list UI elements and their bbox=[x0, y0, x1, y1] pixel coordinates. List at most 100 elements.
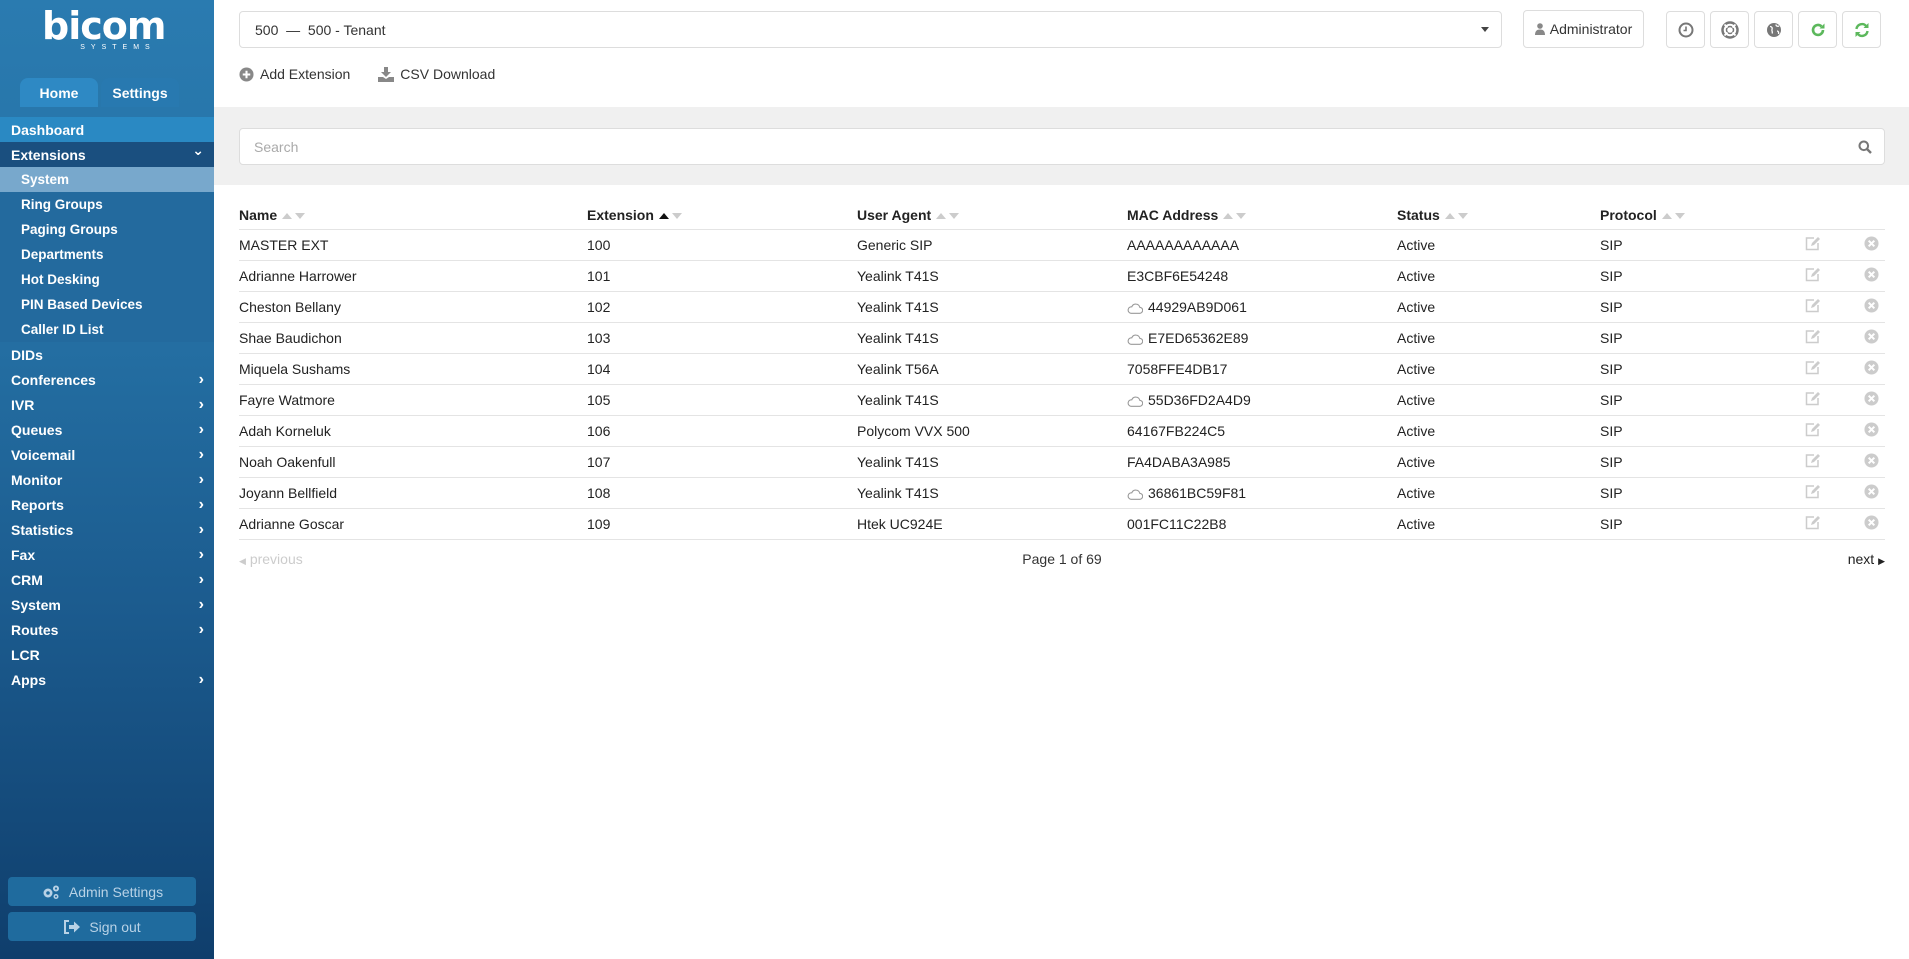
delete-button[interactable] bbox=[1864, 421, 1879, 437]
tab-home[interactable]: Home bbox=[20, 78, 98, 107]
search-band bbox=[214, 107, 1909, 185]
sidebar-item-apps[interactable]: Apps › bbox=[0, 667, 214, 692]
chevron-right-icon: › bbox=[198, 595, 204, 613]
table-row[interactable]: Cheston Bellany 102 Yealink T41S 44929AB9D0… bbox=[239, 291, 1885, 323]
sidebar-item-voicemail[interactable]: Voicemail › bbox=[0, 442, 214, 467]
language-button[interactable] bbox=[1754, 11, 1793, 48]
sidebar-item-dashboard[interactable]: Dashboard bbox=[0, 117, 214, 142]
sort-icon[interactable] bbox=[1223, 213, 1247, 220]
sidebar-item-label: Conferences bbox=[11, 371, 96, 388]
bicom-logo[interactable]: bicom SYSTEMS bbox=[42, 7, 166, 52]
delete-button[interactable] bbox=[1864, 297, 1879, 313]
table-row[interactable]: Joyann Bellfield 108 Yealink T41S 36861BC59… bbox=[239, 477, 1885, 509]
table-row[interactable]: Noah Oakenfull 107 Yealink T41S FA4DABA3A98… bbox=[239, 446, 1885, 478]
sidebar-subitem-caller-id-list[interactable]: Caller ID List bbox=[0, 317, 214, 342]
next-page-link[interactable]: next ▶ bbox=[1848, 551, 1885, 567]
sidebar-item-system[interactable]: System › bbox=[0, 592, 214, 617]
admin-settings-button[interactable]: Admin Settings bbox=[8, 877, 196, 906]
edit-button[interactable] bbox=[1805, 453, 1821, 468]
sidebar-item-statistics[interactable]: Statistics › bbox=[0, 517, 214, 542]
sidebar-item-extensions[interactable]: Extensions ⌄ bbox=[0, 142, 214, 167]
sidebar-item-reports[interactable]: Reports › bbox=[0, 492, 214, 517]
cell-status: Active bbox=[1397, 446, 1600, 478]
sidebar-item-routes[interactable]: Routes › bbox=[0, 617, 214, 642]
history-button[interactable] bbox=[1666, 11, 1705, 48]
table-row[interactable]: Miquela Sushams 104 Yealink T56A 7058FFE4DB… bbox=[239, 353, 1885, 385]
column-header-mac-address[interactable]: MAC Address bbox=[1127, 201, 1397, 230]
edit-button[interactable] bbox=[1805, 298, 1821, 313]
help-button[interactable] bbox=[1710, 11, 1749, 48]
sidebar-item-monitor[interactable]: Monitor › bbox=[0, 467, 214, 492]
sidebar-item-conferences[interactable]: Conferences › bbox=[0, 367, 214, 392]
column-header-status[interactable]: Status bbox=[1397, 201, 1600, 230]
sort-icon[interactable] bbox=[1444, 213, 1468, 220]
sort-icon[interactable] bbox=[282, 213, 306, 220]
sidebar-item-label: Fax bbox=[11, 546, 36, 563]
search-icon[interactable] bbox=[1858, 140, 1872, 154]
edit-button[interactable] bbox=[1805, 236, 1821, 251]
sidebar-subitem-paging-groups[interactable]: Paging Groups bbox=[0, 217, 214, 242]
cell-mac-address-value: FA4DABA3A985 bbox=[1127, 453, 1231, 470]
table-row[interactable]: Adah Korneluk 106 Polycom VVX 500 64167FB22… bbox=[239, 415, 1885, 447]
edit-button[interactable] bbox=[1805, 360, 1821, 375]
cell-edit bbox=[1805, 260, 1845, 292]
tab-settings[interactable]: Settings bbox=[101, 78, 179, 107]
csv-download-button[interactable]: CSV Download bbox=[378, 66, 495, 82]
sort-icon[interactable] bbox=[1661, 213, 1685, 220]
cell-mac-address-value: AAAAAAAAAAAA bbox=[1127, 236, 1240, 253]
sidebar-subitem-departments[interactable]: Departments bbox=[0, 242, 214, 267]
sidebar-subitem-ring-groups[interactable]: Ring Groups bbox=[0, 192, 214, 217]
edit-button[interactable] bbox=[1805, 329, 1821, 344]
sort-icon[interactable] bbox=[936, 213, 960, 220]
edit-button[interactable] bbox=[1805, 267, 1821, 282]
delete-button[interactable] bbox=[1864, 266, 1879, 282]
add-extension-button[interactable]: Add Extension bbox=[239, 66, 350, 82]
delete-button[interactable] bbox=[1864, 235, 1879, 251]
sidebar-item-queues[interactable]: Queues › bbox=[0, 417, 214, 442]
sidebar-subitem-pin-based-devices[interactable]: PIN Based Devices bbox=[0, 292, 214, 317]
sidebar-item-ivr[interactable]: IVR › bbox=[0, 392, 214, 417]
user-menu-button[interactable]: Administrator bbox=[1523, 10, 1644, 48]
sort-icon[interactable] bbox=[658, 213, 682, 220]
chevron-right-icon: › bbox=[198, 395, 204, 413]
sidebar-subitem-system[interactable]: System bbox=[0, 167, 214, 192]
search-input[interactable] bbox=[240, 129, 1884, 164]
column-header-protocol[interactable]: Protocol bbox=[1600, 201, 1805, 230]
column-header-extension[interactable]: Extension bbox=[587, 201, 857, 230]
edit-button[interactable] bbox=[1805, 515, 1821, 530]
table-row[interactable]: Fayre Watmore 105 Yealink T41S 55D36FD2A4D9… bbox=[239, 384, 1885, 416]
sidebar-tabs: Home Settings bbox=[20, 78, 179, 107]
tenant-select[interactable]: 500 — 500 - Tenant bbox=[239, 11, 1502, 48]
column-header-label: User Agent bbox=[857, 206, 932, 223]
column-header-user-agent[interactable]: User Agent bbox=[857, 201, 1127, 230]
table-row[interactable]: MASTER EXT 100 Generic SIP AAAAAAAAAAAA Acti… bbox=[239, 229, 1885, 261]
delete-button[interactable] bbox=[1864, 359, 1879, 375]
cell-name-value: Cheston Bellany bbox=[239, 298, 341, 315]
sidebar-item-dids[interactable]: DIDs bbox=[0, 342, 214, 367]
sidebar-item-lcr[interactable]: LCR bbox=[0, 642, 214, 667]
table-row[interactable]: Shae Baudichon 103 Yealink T41S E7ED65362E8… bbox=[239, 322, 1885, 354]
edit-button[interactable] bbox=[1805, 391, 1821, 406]
edit-button[interactable] bbox=[1805, 422, 1821, 437]
sidebar-item-fax[interactable]: Fax › bbox=[0, 542, 214, 567]
sidebar-item-crm[interactable]: CRM › bbox=[0, 567, 214, 592]
column-header-name[interactable]: Name bbox=[239, 201, 587, 230]
delete-button[interactable] bbox=[1864, 483, 1879, 499]
sync-button[interactable] bbox=[1842, 11, 1881, 48]
delete-button[interactable] bbox=[1864, 452, 1879, 468]
sidebar-subitem-hot-desking[interactable]: Hot Desking bbox=[0, 267, 214, 292]
table-row[interactable]: Adrianne Goscar 109 Htek UC924E 001FC11C22B… bbox=[239, 508, 1885, 540]
edit-button[interactable] bbox=[1805, 484, 1821, 499]
delete-button[interactable] bbox=[1864, 514, 1879, 530]
cell-status-value: Active bbox=[1397, 515, 1436, 532]
sort-desc-icon bbox=[1457, 213, 1468, 220]
extensions-table-wrapper: Name Extension User Agent MAC Address Status… bbox=[239, 201, 1885, 540]
user-icon bbox=[1534, 23, 1545, 35]
table-row[interactable]: Adrianne Harrower 101 Yealink T41S E3CBF6E5… bbox=[239, 260, 1885, 292]
delete-button[interactable] bbox=[1864, 390, 1879, 406]
sign-out-button[interactable]: Sign out bbox=[8, 912, 196, 941]
cell-edit bbox=[1805, 229, 1845, 261]
delete-button[interactable] bbox=[1864, 328, 1879, 344]
reload-button[interactable] bbox=[1798, 11, 1837, 48]
edit-icon bbox=[1805, 360, 1820, 374]
